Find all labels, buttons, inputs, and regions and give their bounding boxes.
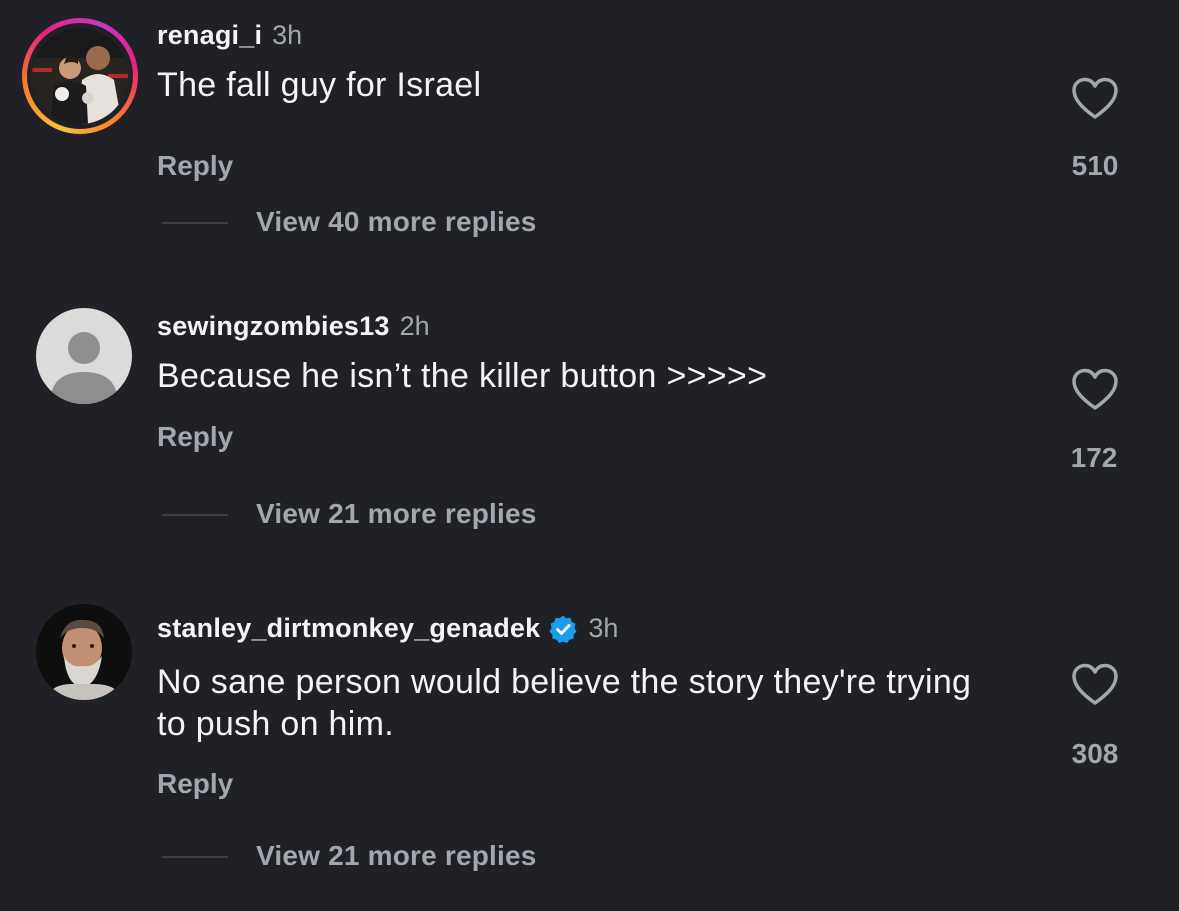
view-more-replies-button[interactable]: View 40 more replies [256,206,537,238]
verified-badge-icon [548,614,578,644]
avatar-photo [32,28,128,124]
default-avatar-icon[interactable] [36,308,132,404]
timestamp: 3h [588,613,619,643]
comment-text: No sane person would believe the story t… [157,663,972,743]
reply-button[interactable]: Reply [157,421,233,453]
reply-button[interactable]: Reply [157,150,233,182]
heart-icon[interactable] [1071,663,1119,707]
thread-line [162,222,228,224]
reply-button[interactable]: Reply [157,768,233,800]
timestamp: 3h [272,20,303,50]
user-avatar[interactable] [36,604,132,700]
comment-header: sewingzombies13 2h [157,311,430,342]
comment-header: renagi_i 3h [157,20,302,51]
username[interactable]: stanley_dirtmonkey_genadek [157,613,540,644]
comment-text: The fall guy for Israel [157,66,482,104]
thread-line [162,514,228,516]
like-count: 308 [1071,738,1119,769]
like-count: 172 [1070,442,1118,473]
heart-icon[interactable] [1071,368,1119,412]
view-more-replies-button[interactable]: View 21 more replies [256,498,537,530]
like-count: 510 [1071,150,1119,181]
username[interactable]: renagi_i [157,20,262,51]
username[interactable]: sewingzombies13 [157,311,390,342]
comment-header: stanley_dirtmonkey_genadek 3h [157,613,618,644]
view-more-replies-button[interactable]: View 21 more replies [256,840,537,872]
timestamp: 2h [399,311,430,341]
user-avatar[interactable] [22,18,138,134]
thread-line [162,856,228,858]
heart-icon[interactable] [1071,77,1119,121]
comment-text: Because he isn’t the killer button >>>>> [157,357,768,395]
